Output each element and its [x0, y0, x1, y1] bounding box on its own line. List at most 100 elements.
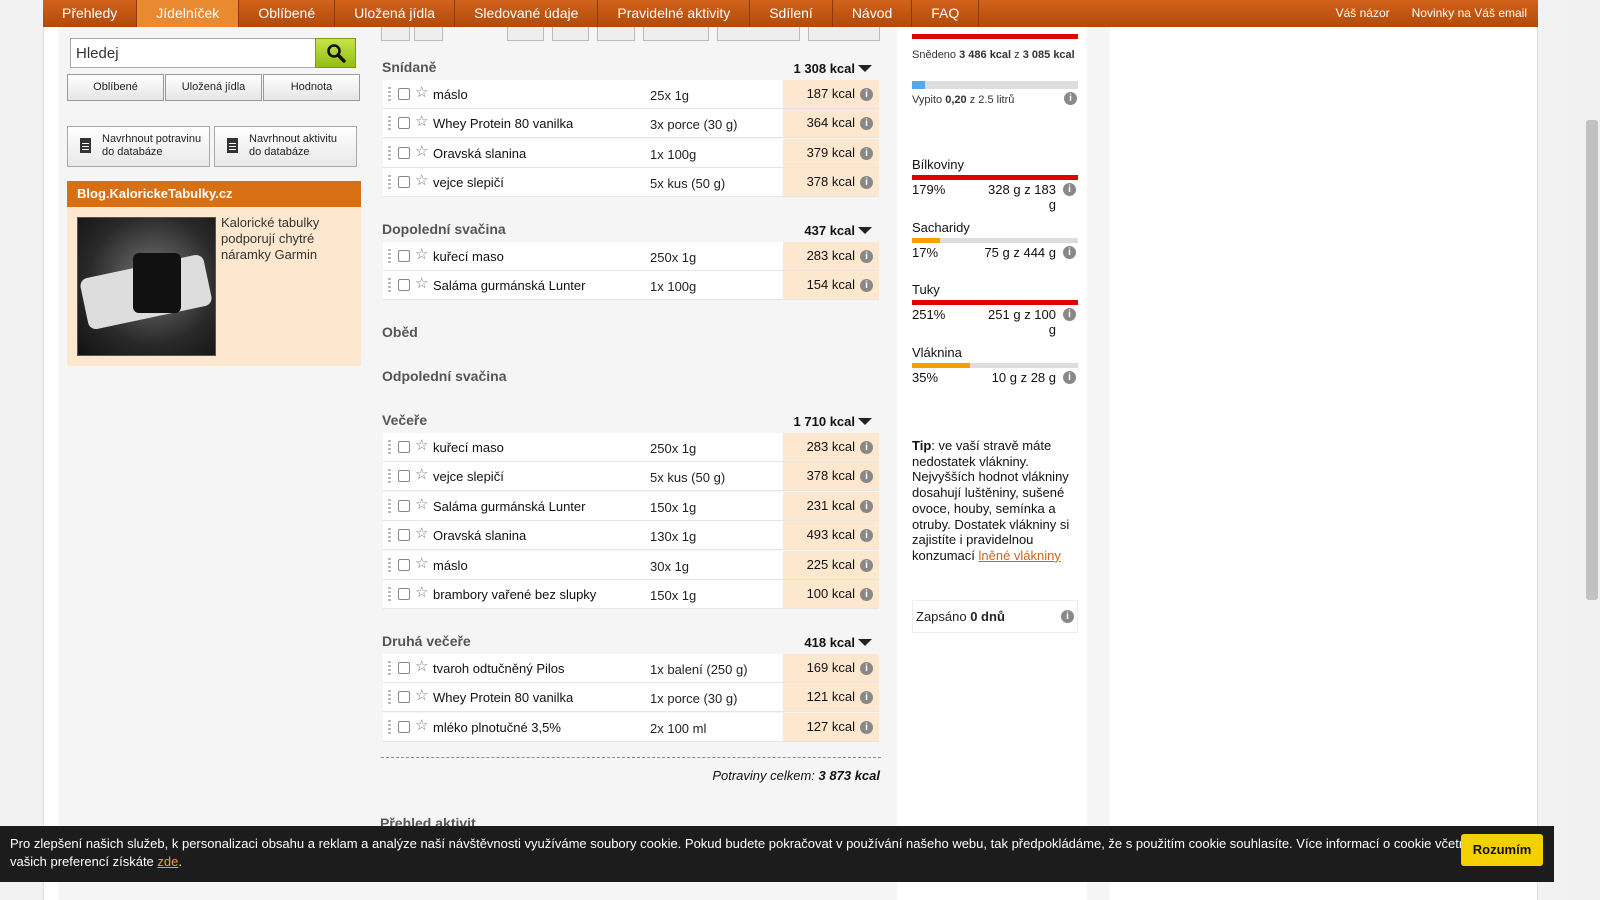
star-icon[interactable]: ☆ — [415, 556, 428, 571]
scrollbar-thumb[interactable] — [1586, 120, 1598, 600]
toolbar-stub[interactable] — [808, 27, 880, 41]
tab-navod[interactable]: Návod — [833, 0, 913, 27]
chevron-down-icon[interactable] — [858, 65, 872, 72]
row-checkbox[interactable] — [398, 499, 410, 512]
star-icon[interactable]: ☆ — [415, 144, 428, 159]
tab-prehledy[interactable]: Přehledy — [43, 0, 138, 27]
food-name[interactable]: kuřecí maso — [433, 440, 504, 455]
food-row[interactable]: ☆ vejce slepičí 5x kus (50 g) 378 kcal i — [383, 168, 879, 198]
drag-handle-icon[interactable] — [388, 145, 391, 162]
food-name[interactable]: Oravská slanina — [433, 528, 526, 543]
info-icon[interactable]: i — [1061, 610, 1074, 623]
meal-header-druha-vecere[interactable]: Druhá večeře 418 kcal — [382, 628, 880, 654]
info-icon[interactable]: i — [860, 441, 873, 454]
star-icon[interactable]: ☆ — [415, 585, 428, 600]
food-row[interactable]: ☆ kuřecí maso 250x 1g 283 kcal i — [383, 242, 879, 271]
food-name[interactable]: vejce slepičí — [433, 175, 504, 190]
food-amount[interactable]: 250x 1g — [650, 250, 696, 265]
row-checkbox[interactable] — [398, 441, 410, 453]
star-icon[interactable]: ☆ — [415, 718, 428, 733]
food-name[interactable]: Whey Protein 80 vanilka — [433, 116, 573, 131]
cookie-accept-button[interactable]: Rozumím — [1461, 834, 1543, 866]
filter-hodnota-button[interactable]: Hodnota — [263, 74, 360, 101]
drag-handle-icon[interactable] — [388, 719, 391, 736]
star-icon[interactable]: ☆ — [415, 688, 428, 703]
drag-handle-icon[interactable] — [388, 469, 391, 486]
food-amount[interactable]: 250x 1g — [650, 441, 696, 456]
row-checkbox[interactable] — [398, 588, 410, 600]
food-name[interactable]: Saláma gurmánská Lunter — [433, 499, 585, 514]
star-icon[interactable]: ☆ — [415, 467, 428, 482]
drag-handle-icon[interactable] — [388, 498, 391, 515]
row-checkbox[interactable] — [398, 117, 410, 130]
food-row[interactable]: ☆ Whey Protein 80 vanilka 1x porce (30 g) 1… — [383, 683, 879, 713]
food-name[interactable]: mléko plnotučné 3,5% — [433, 720, 561, 735]
filter-ulozena-jidla-button[interactable]: Uložená jídla — [165, 74, 262, 101]
tab-pravidelne-aktivity[interactable]: Pravidelné aktivity — [598, 0, 751, 27]
chevron-down-icon[interactable] — [858, 639, 872, 646]
drag-handle-icon[interactable] — [388, 249, 391, 265]
drag-handle-icon[interactable] — [388, 440, 391, 456]
star-icon[interactable]: ☆ — [415, 438, 428, 453]
row-checkbox[interactable] — [398, 250, 410, 262]
food-row[interactable]: ☆ tvaroh odtučněný Pilos 1x balení (250 g)… — [383, 654, 879, 683]
row-checkbox[interactable] — [398, 691, 410, 704]
info-icon[interactable]: i — [860, 558, 873, 572]
food-amount[interactable]: 25x 1g — [650, 88, 689, 103]
food-row[interactable]: ☆ vejce slepičí 5x kus (50 g) 378 kcal i — [383, 462, 879, 492]
food-name[interactable]: brambory vařené bez slupky — [433, 587, 596, 602]
food-amount[interactable]: 5x kus (50 g) — [650, 470, 725, 485]
row-checkbox[interactable] — [398, 529, 410, 542]
vertical-scrollbar[interactable] — [1568, 0, 1600, 900]
toolbar-stub[interactable] — [507, 27, 544, 41]
food-name[interactable]: máslo — [433, 558, 468, 573]
drag-handle-icon[interactable] — [388, 278, 391, 295]
suggest-food-button[interactable]: Navrhnout potravinu do databáze — [67, 126, 210, 167]
drag-handle-icon[interactable] — [388, 116, 391, 133]
food-row[interactable]: ☆ kuřecí maso 250x 1g 283 kcal i — [383, 433, 879, 462]
drag-handle-icon[interactable] — [388, 175, 391, 192]
food-amount[interactable]: 1x 100g — [650, 147, 696, 162]
info-icon[interactable]: i — [1063, 183, 1076, 196]
food-amount[interactable]: 2x 100 ml — [650, 721, 706, 736]
row-checkbox[interactable] — [398, 558, 410, 571]
food-amount[interactable]: 1x porce (30 g) — [650, 691, 737, 706]
food-row[interactable]: ☆ mléko plnotučné 3,5% 2x 100 ml 127 kcal i — [383, 712, 879, 742]
info-icon[interactable]: i — [1063, 371, 1076, 385]
star-icon[interactable]: ☆ — [415, 173, 428, 188]
food-amount[interactable]: 150x 1g — [650, 500, 696, 515]
row-checkbox[interactable] — [398, 146, 410, 159]
suggest-activity-button[interactable]: Navrhnout aktivitu do databáze — [214, 126, 357, 167]
tab-sdileni[interactable]: Sdílení — [750, 0, 833, 27]
food-name[interactable]: Saláma gurmánská Lunter — [433, 278, 585, 293]
tab-jidelnicek[interactable]: Jídelníček — [137, 0, 240, 27]
toolbar-stub[interactable] — [717, 27, 800, 41]
star-icon[interactable]: ☆ — [415, 659, 428, 674]
info-icon[interactable]: i — [860, 662, 873, 675]
drag-handle-icon[interactable] — [388, 661, 391, 677]
food-row[interactable]: ☆ máslo 30x 1g 225 kcal i — [383, 550, 879, 580]
meal-header-vecere[interactable]: Večeře 1 710 kcal — [382, 407, 880, 433]
info-icon[interactable]: i — [860, 499, 873, 513]
toolbar-stub[interactable] — [381, 27, 410, 41]
food-amount[interactable]: 30x 1g — [650, 559, 689, 574]
food-name[interactable]: vejce slepičí — [433, 469, 504, 484]
link-novinky-email[interactable]: Novinky na Váš email — [1401, 0, 1538, 27]
info-icon[interactable]: i — [860, 146, 873, 160]
info-icon[interactable]: i — [1063, 245, 1076, 259]
toolbar-stub[interactable] — [552, 27, 589, 41]
food-name[interactable]: Whey Protein 80 vanilka — [433, 690, 573, 705]
drag-handle-icon[interactable] — [388, 528, 391, 545]
search-button[interactable] — [315, 38, 356, 68]
link-vas-nazor[interactable]: Váš názor — [1325, 0, 1401, 27]
blog-image[interactable] — [77, 217, 216, 356]
info-icon[interactable]: i — [860, 588, 873, 601]
info-icon[interactable]: i — [860, 720, 873, 734]
food-amount[interactable]: 150x 1g — [650, 588, 696, 603]
food-amount[interactable]: 1x balení (250 g) — [650, 662, 748, 677]
blog-title[interactable]: Blog.KalorickeTabulky.cz — [67, 181, 361, 207]
food-name[interactable]: máslo — [433, 87, 468, 102]
star-icon[interactable]: ☆ — [415, 276, 428, 291]
drag-handle-icon[interactable] — [388, 87, 391, 103]
star-icon[interactable]: ☆ — [415, 497, 428, 512]
